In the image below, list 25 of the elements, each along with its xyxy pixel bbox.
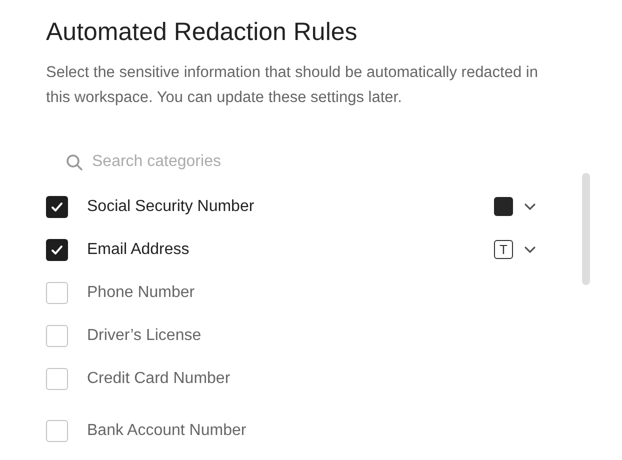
category-label: Social Security Number [87, 196, 254, 216]
category-label: Driver’s License [87, 326, 202, 346]
category-label: Credit Card Number [87, 369, 230, 389]
checkmark-icon [50, 200, 64, 214]
checkbox[interactable] [46, 324, 68, 346]
category-label: Bank Account Number [87, 421, 246, 441]
checkbox[interactable] [46, 368, 68, 390]
checkbox[interactable] [46, 420, 68, 442]
chevron-down-icon [524, 202, 536, 210]
page-title: Automated Redaction Rules [46, 17, 358, 47]
checkbox[interactable] [46, 196, 68, 218]
description: Select the sensitive information that should be automatically redacted in this workspace. You can update these settings later. [46, 63, 539, 108]
chevron-down-icon [524, 246, 536, 254]
block-swatch-icon [494, 197, 513, 216]
category-label: Email Address [87, 240, 190, 260]
redaction-style-dropdown[interactable] [494, 197, 536, 216]
scrollbar[interactable] [582, 173, 590, 285]
checkbox[interactable] [46, 282, 68, 304]
search-field[interactable]: Search categories [92, 150, 332, 174]
text-style-icon: T [494, 240, 513, 259]
search-icon [66, 154, 83, 170]
checkmark-icon [50, 242, 64, 256]
redaction-style-dropdown[interactable]: T [494, 240, 536, 259]
checkbox[interactable] [46, 238, 68, 260]
category-label: Phone Number [87, 282, 195, 302]
